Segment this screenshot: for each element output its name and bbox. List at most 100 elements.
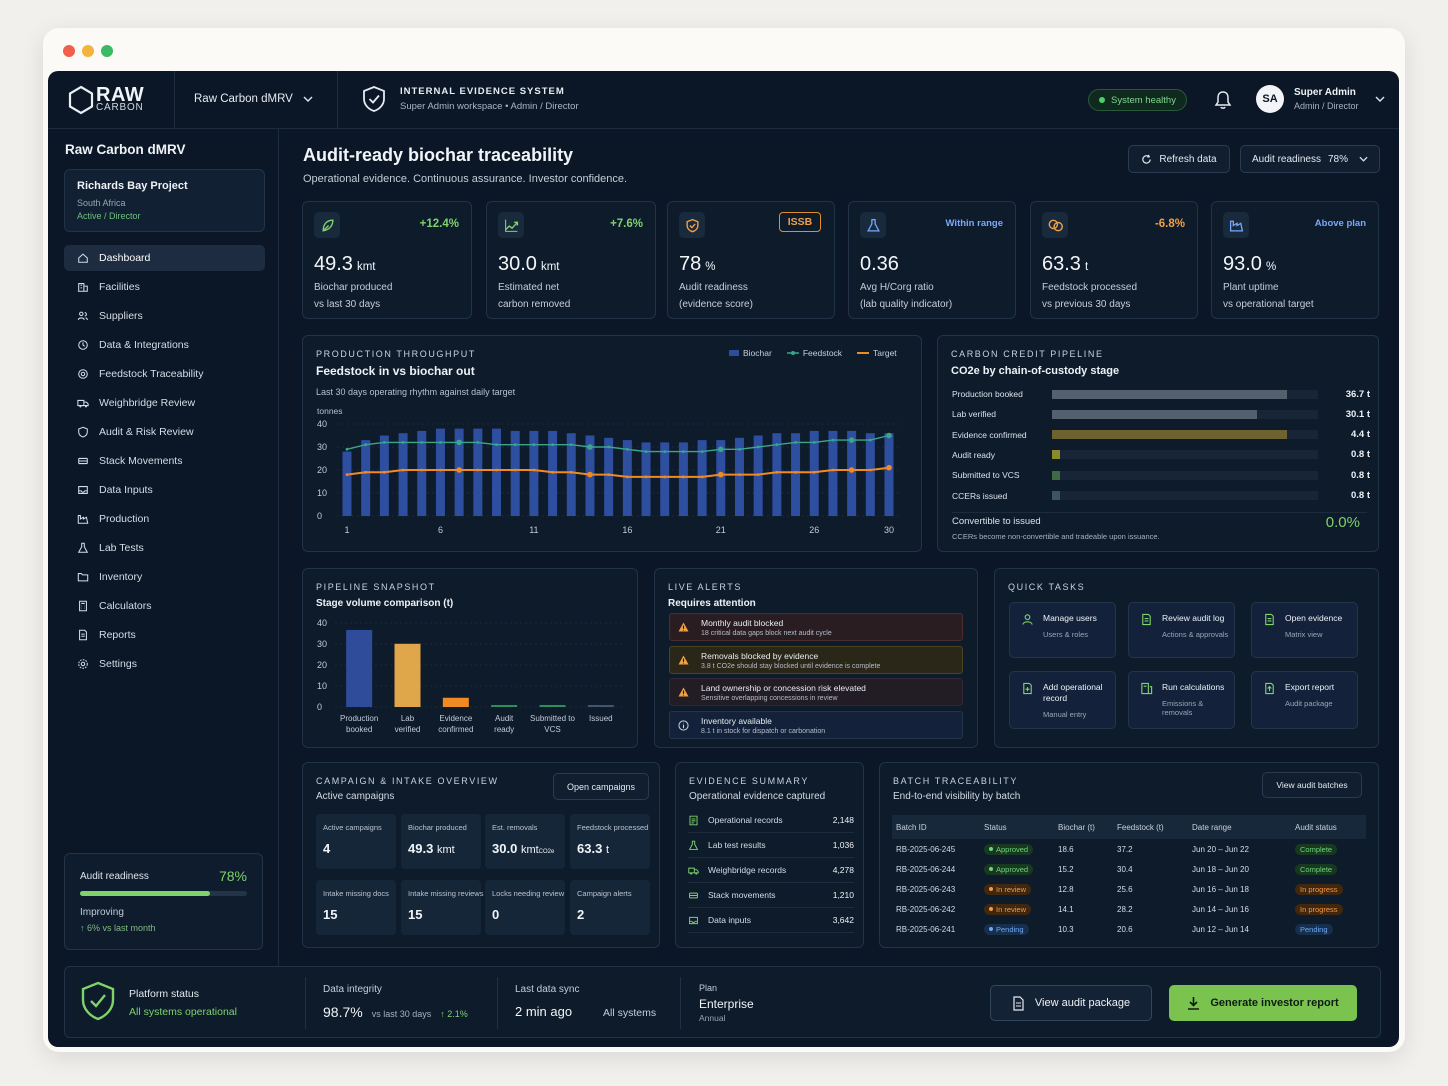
task-title: Manage users (1043, 613, 1097, 623)
sidebar-item-data-inputs[interactable]: Data Inputs (64, 477, 265, 503)
campaign-metric-value-row: 15 (323, 907, 389, 922)
view-audit-batches-button[interactable]: View audit batches (1262, 772, 1362, 798)
project-card[interactable]: Richards Bay Project South Africa Active… (64, 169, 265, 232)
status-label: Pending (996, 924, 1024, 934)
audit-status-badge: Pending (1295, 923, 1333, 935)
task-manage-users[interactable]: Manage users Users & roles (1009, 602, 1116, 658)
project-select[interactable]: Raw Carbon dMRV (194, 93, 313, 105)
kpi-value-row: 93.0% (1223, 253, 1276, 276)
target-point (382, 470, 386, 474)
close-dot[interactable] (63, 45, 75, 57)
sidebar-item-facilities[interactable]: Facilities (64, 274, 265, 300)
table-row[interactable]: RB-2025-06-243 In review 12.8 25.6 Jun 16 – … (892, 879, 1366, 899)
alerts-section-label: LIVE ALERTS (668, 582, 742, 592)
target-point (644, 475, 648, 479)
table-row[interactable]: RB-2025-06-242 In review 14.1 28.2 Jun 14 – … (892, 899, 1366, 919)
stack-icon (78, 457, 88, 465)
alert-subtitle: 3.8 t CO2e should stay blocked until evi… (701, 662, 881, 670)
sidebar-item-stack-movements[interactable]: Stack Movements (64, 448, 265, 474)
top-bar: RAW CARBON Raw Carbon dMRV INTERNAL EVID… (48, 71, 1399, 129)
alert-item[interactable]: Monthly audit blocked 18 critical data ga… (669, 613, 963, 641)
kpi-card[interactable]: ISSB 78% Audit readiness (evidence score) (667, 201, 835, 319)
table-row[interactable]: RB-2025-06-245 Approved 18.6 37.2 Jun 20 – J… (892, 839, 1366, 859)
target-point (738, 473, 741, 476)
generate-report-label: Generate investor report (1210, 997, 1339, 1009)
y-tick-label: 20 (317, 465, 327, 475)
bell-icon[interactable] (1214, 90, 1232, 110)
alert-item[interactable]: Land ownership or concession risk elevat… (669, 678, 963, 706)
task-review-audit-log[interactable]: Review audit log Actions & approvals (1128, 602, 1235, 658)
sidebar-item-inventory[interactable]: Inventory (64, 564, 265, 590)
kpi-badge: +12.4% (419, 218, 459, 230)
sidebar-item-reports[interactable]: Reports (64, 622, 265, 648)
sidebar-item-dashboard[interactable]: Dashboard (64, 245, 265, 271)
sidebar-item-production[interactable]: Production (64, 506, 265, 532)
raw-carbon-logo[interactable]: RAW CARBON (68, 85, 144, 115)
batch-date-range: Jun 12 – Jun 14 (1192, 924, 1249, 934)
target-point (420, 468, 424, 472)
kpi-card[interactable]: +7.6% 30.0 kmt Estimated net carbon removed (486, 201, 656, 319)
page-title: Audit-ready biochar traceability (303, 145, 574, 165)
kpi-icon-wrap (1223, 212, 1249, 238)
feedstock-point (775, 443, 779, 447)
refresh-data-button[interactable]: Refresh data (1128, 145, 1230, 173)
evidence-row-label: Lab test results (708, 840, 766, 850)
biochar-bar (641, 442, 651, 516)
y-tick-label: 10 (317, 488, 327, 498)
refresh-label: Refresh data (1159, 153, 1217, 165)
sidebar-item-data-integrations[interactable]: Data & Integrations (64, 332, 265, 358)
kpi-card[interactable]: Within range 0.36 Avg H/Corg ratio (lab qua… (848, 201, 1016, 319)
factory-icon (77, 515, 89, 524)
system-health-badge[interactable]: System healthy (1088, 89, 1187, 111)
kpi-icon-wrap (860, 212, 886, 238)
alert-title: Land ownership or concession risk elevat… (701, 683, 866, 693)
status-dot-icon (989, 886, 993, 891)
sidebar-item-settings[interactable]: Settings (64, 651, 265, 677)
alert-item[interactable]: Removals blocked by evidence 3.8 t CO2e s… (669, 645, 963, 674)
batch-status-cell: Pending (980, 919, 1054, 939)
sidebar-item-weighbridge-review[interactable]: Weighbridge Review (64, 390, 265, 416)
table-row[interactable]: RB-2025-06-244 Approved 15.2 30.4 Jun 18 – J… (892, 859, 1366, 879)
maximize-dot[interactable] (101, 45, 113, 57)
campaign-metric-value-row: 2 (577, 907, 643, 922)
sidebar-item-lab-tests[interactable]: Lab Tests (64, 535, 265, 561)
kpi-card[interactable]: -6.8% 63.3 t Feedstock processed vs previous… (1030, 201, 1198, 319)
minimize-dot[interactable] (82, 45, 94, 57)
generate-investor-report-button[interactable]: Generate investor report (1169, 985, 1357, 1021)
table-row[interactable]: RB-2025-06-241 Pending 10.3 20.6 Jun 12 – Ju… (892, 919, 1366, 939)
feedstock-point (345, 447, 349, 451)
kpi-unit: kmt (356, 261, 376, 273)
kpi-label-line2: vs last 30 days (314, 298, 381, 310)
kpi-card[interactable]: Above plan 93.0% Plant uptime vs operationa… (1211, 201, 1379, 319)
open-campaigns-button[interactable]: Open campaigns (553, 773, 649, 800)
factory-icon (1229, 220, 1243, 231)
x-tick-label: 30 (884, 525, 894, 535)
category-label: Submitted to VCS (530, 714, 575, 734)
campaign-metric-label: Campaign alerts (577, 889, 632, 898)
task-subtitle: Actions & approvals (1162, 630, 1229, 640)
sidebar-item-feedstock-traceability[interactable]: Feedstock Traceability (64, 361, 265, 387)
audit-readiness-select[interactable]: Audit readiness 78% (1240, 145, 1380, 173)
alert-item[interactable]: Inventory available 8.1 t in stock for di… (669, 710, 963, 739)
sidebar-item-calculators[interactable]: Calculators (64, 593, 265, 619)
kpi-card[interactable]: +12.4% 49.3 kmt Biochar produced vs last 30 … (302, 201, 472, 319)
sidebar-item-suppliers[interactable]: Suppliers (64, 303, 265, 329)
legend-target-label: Target (873, 348, 897, 358)
alert-title: Monthly audit blocked (701, 618, 784, 628)
kpi-label: Avg H/Corg ratio (lab quality indicator) (860, 280, 952, 313)
sidebar-item-label: Data Inputs (99, 484, 153, 496)
task-export-report[interactable]: Export report Audit package (1251, 671, 1358, 729)
pipeline-fill (1052, 389, 1288, 399)
view-audit-package-button[interactable]: View audit package (990, 985, 1152, 1021)
sidebar-item-audit-risk-review[interactable]: Audit & Risk Review (64, 419, 265, 445)
user-menu[interactable]: SA Super Admin Admin / Director (1256, 85, 1385, 113)
target-icon (78, 369, 88, 379)
task-open-evidence[interactable]: Open evidence Matrix view (1251, 602, 1358, 658)
kpi-label-line2: vs operational target (1223, 298, 1314, 310)
campaign-metric-label: Intake missing reviews (408, 889, 484, 898)
task-run-calculations[interactable]: Run calculations Emissions & removals (1128, 671, 1235, 729)
task-add-operational-record[interactable]: Add operational record Manual entry (1009, 671, 1116, 729)
batch-audit-cell: Complete (1291, 859, 1366, 879)
legend-biochar-label: Biochar (743, 348, 772, 358)
sidebar-nav: Dashboard Facilities Suppliers Data & Integ… (64, 245, 265, 680)
